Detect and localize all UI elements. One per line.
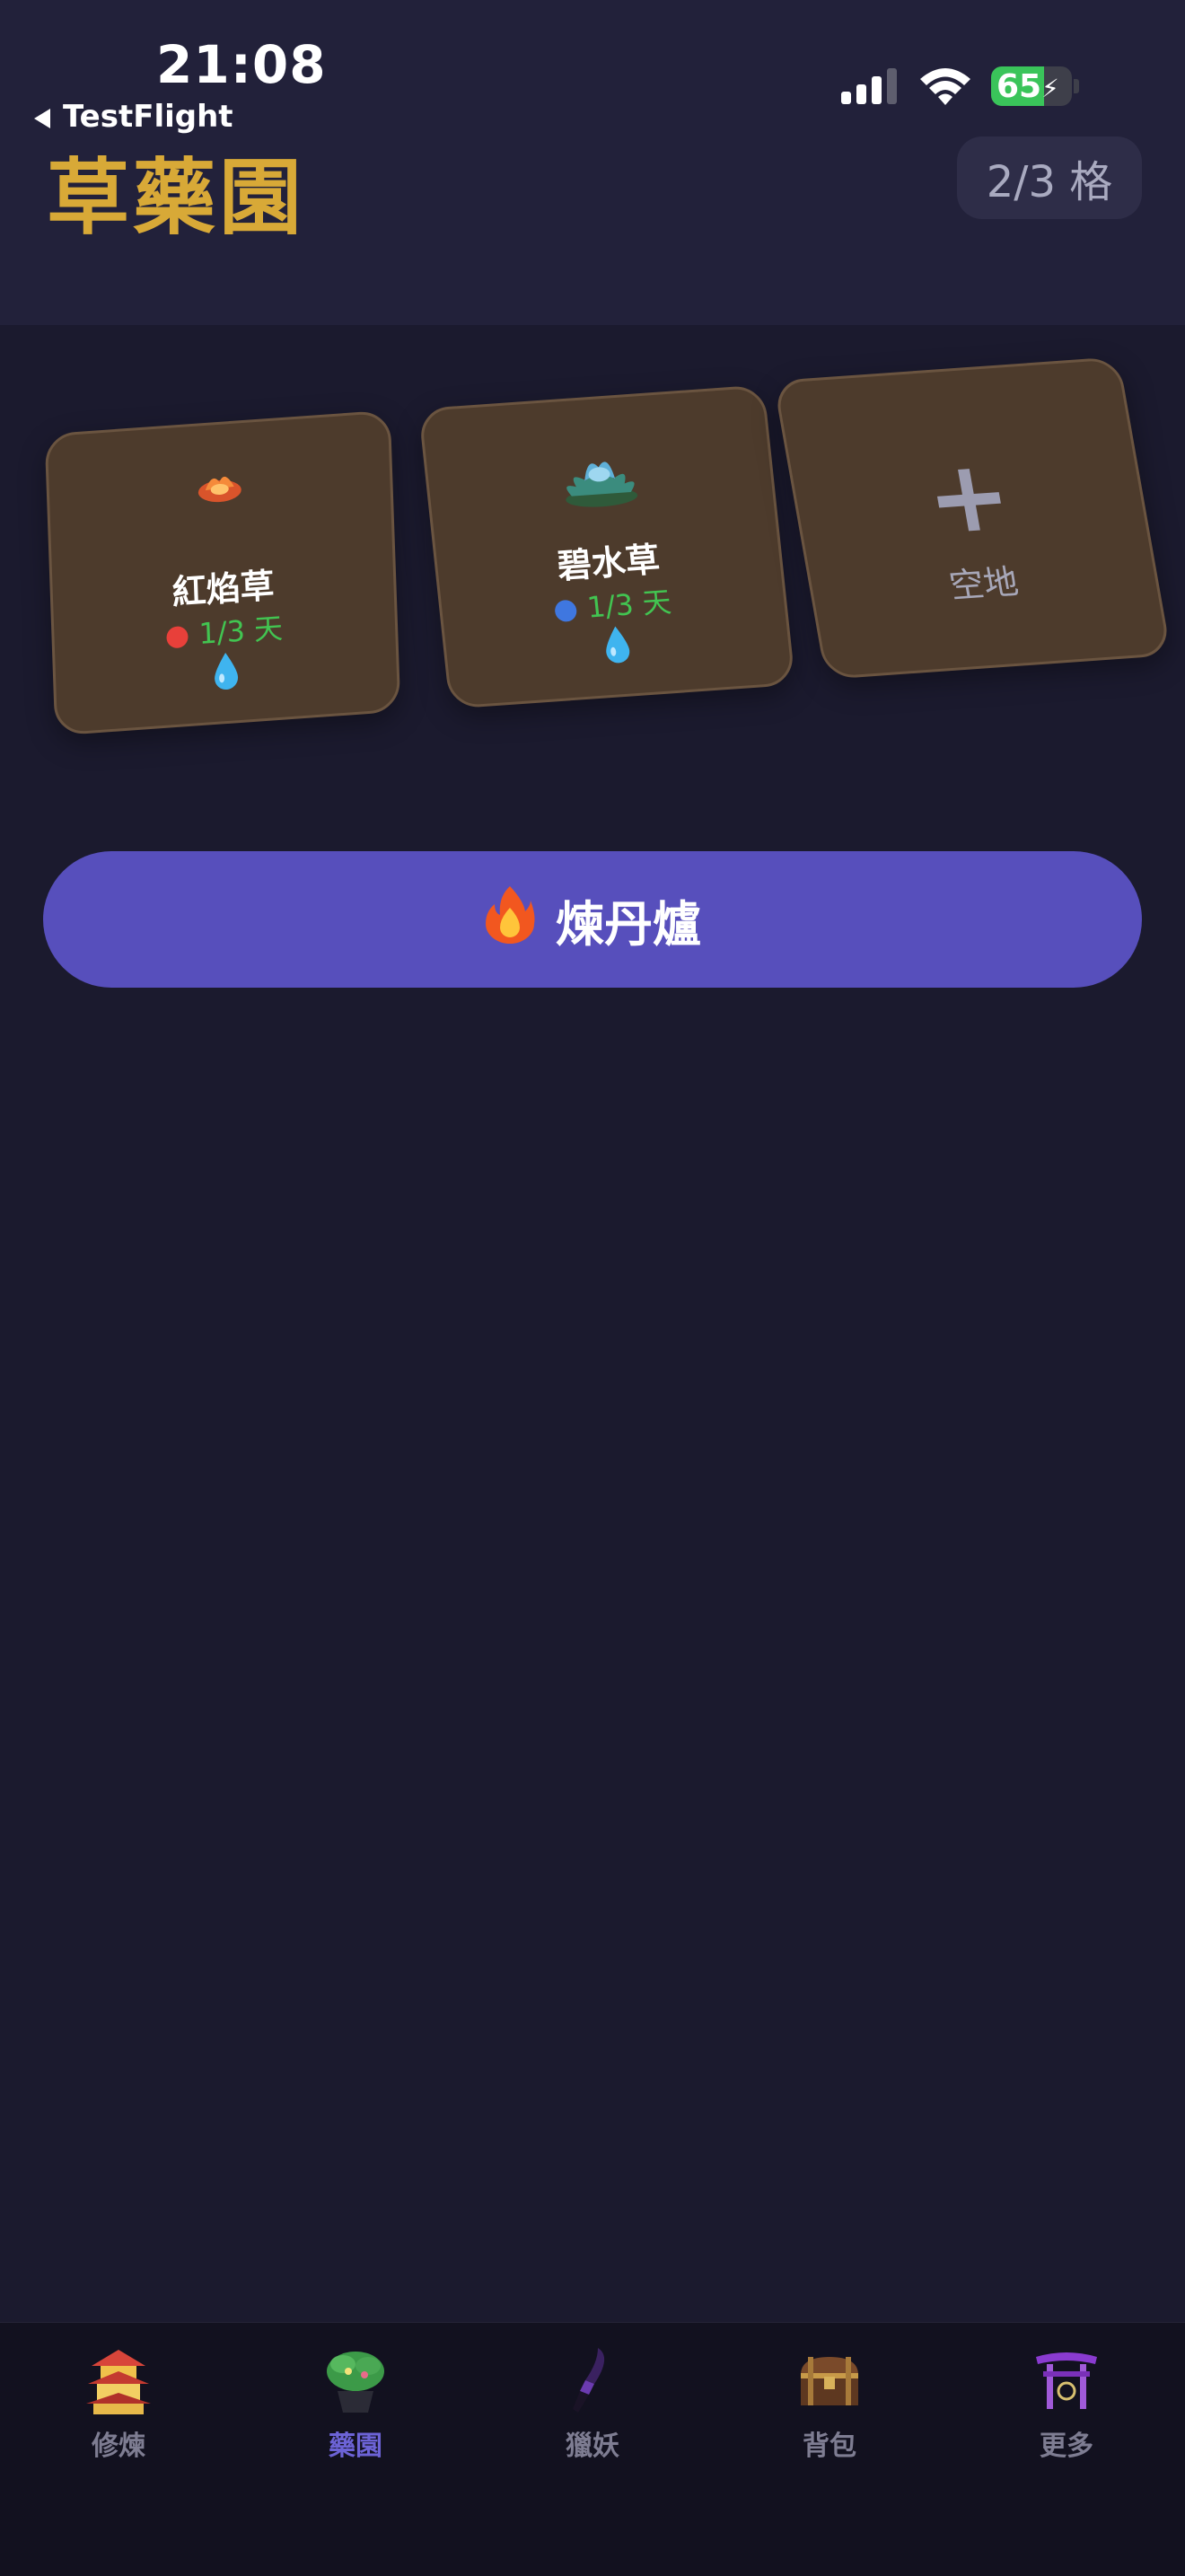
fire-icon xyxy=(484,884,536,955)
tab-cultivation[interactable]: 修煉 xyxy=(29,2341,208,2463)
tab-more[interactable]: 更多 xyxy=(977,2341,1156,2463)
tab-label: 背包 xyxy=(803,2431,856,2462)
battery-indicator: 65⚡ xyxy=(991,66,1072,106)
cellular-signal-icon xyxy=(841,68,897,104)
battery-level-text: 65 xyxy=(996,68,1042,105)
status-time: 21:08 xyxy=(156,34,327,95)
blue-water-herb-icon xyxy=(425,423,773,527)
alchemy-furnace-button[interactable]: 煉丹爐 xyxy=(43,851,1142,988)
tab-herb-garden[interactable]: 藥園 xyxy=(266,2341,445,2463)
back-to-testflight-link[interactable]: TestFlight xyxy=(34,99,233,135)
alchemy-button-label: 煉丹爐 xyxy=(556,895,701,953)
herb-plot-1[interactable]: 紅焰草 1/3 天 xyxy=(44,409,401,736)
pagoda-icon xyxy=(29,2341,208,2416)
header-area: 21:08 TestFlight 65⚡ 草藥園 2/3 格 xyxy=(0,0,1185,325)
herb-plot-2[interactable]: 碧水草 1/3 天 xyxy=(417,384,796,709)
tab-backpack[interactable]: 背包 xyxy=(740,2341,919,2463)
herb-pot-icon xyxy=(266,2341,445,2416)
dark-blade-icon xyxy=(503,2341,682,2416)
tab-label: 藥園 xyxy=(329,2431,382,2462)
tab-label: 更多 xyxy=(1040,2431,1093,2462)
battery-nub xyxy=(1074,79,1079,93)
bottom-tab-bar: 修煉 藥園 獵妖 背包 更多 xyxy=(0,2322,1185,2576)
growth-days: 1/3 天 xyxy=(198,611,284,652)
empty-plot[interactable]: + 空地 xyxy=(773,356,1172,680)
charging-bolt-icon: ⚡ xyxy=(1041,74,1059,103)
slot-count-badge: 2/3 格 xyxy=(957,136,1142,219)
element-dot-red xyxy=(166,625,189,649)
red-flame-herb-icon xyxy=(48,451,391,523)
back-arrow-icon xyxy=(34,108,50,128)
empty-plot-label: 空地 xyxy=(946,561,1022,606)
add-plant-plus-icon: + xyxy=(917,436,1020,557)
page-title: 草藥園 xyxy=(47,149,306,246)
torii-more-icon xyxy=(977,2341,1156,2416)
tab-monster-hunt[interactable]: 獵妖 xyxy=(503,2341,682,2463)
wifi-icon xyxy=(920,68,970,105)
growth-days: 1/3 天 xyxy=(585,585,673,625)
element-dot-blue xyxy=(554,599,578,623)
treasure-chest-icon xyxy=(740,2341,919,2416)
tab-label: 獵妖 xyxy=(566,2431,619,2462)
tab-label: 修煉 xyxy=(92,2431,145,2462)
back-link-label: TestFlight xyxy=(63,99,233,135)
